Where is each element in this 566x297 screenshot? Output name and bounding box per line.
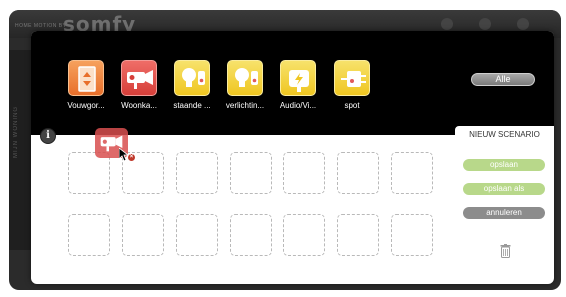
scenario-slot[interactable] — [230, 152, 272, 194]
scenario-slot[interactable] — [122, 214, 164, 256]
device-label: staande ... — [173, 101, 211, 110]
info-icon[interactable]: i — [40, 128, 56, 144]
scenario-slot[interactable] — [230, 214, 272, 256]
status-icon — [441, 18, 453, 30]
trash-icon[interactable] — [500, 244, 511, 258]
all-filter-button[interactable]: Alle — [471, 73, 535, 86]
scenario-slot[interactable] — [283, 214, 325, 256]
tab-new-scenario[interactable]: NIEUW SCENARIO — [455, 126, 554, 142]
device-label: Woonka... — [121, 101, 157, 110]
scenario-slot[interactable] — [68, 152, 110, 194]
save-as-button[interactable]: opslaan als — [463, 183, 545, 195]
save-button[interactable]: opslaan — [463, 159, 545, 171]
device-label: verlichtin... — [225, 101, 265, 110]
blind-icon — [78, 66, 96, 92]
camera-icon — [127, 70, 153, 89]
scenario-slot[interactable] — [391, 152, 433, 194]
close-icon — [517, 18, 529, 30]
scenario-modal: Vouwgor... Woonka... staande ... verlich… — [31, 31, 554, 284]
device-spot[interactable]: spot — [327, 60, 377, 117]
scenario-slot[interactable] — [283, 152, 325, 194]
device-tile — [121, 60, 157, 96]
scenario-slot[interactable] — [176, 214, 218, 256]
scenario-slot[interactable] — [391, 214, 433, 256]
brand-tagline: HOME MOTION BY — [15, 23, 67, 29]
device-audio-video[interactable]: Audio/Vi... — [273, 60, 323, 117]
side-tab-label: MIJN WONING — [13, 106, 19, 158]
plug-icon — [341, 71, 366, 87]
device-label: Vouwgor... — [67, 101, 105, 110]
device-label: spot — [344, 101, 360, 110]
device-staande-lamp[interactable]: staande ... — [167, 60, 217, 117]
device-verlichting[interactable]: verlichtin... — [220, 60, 270, 117]
device-tile — [174, 60, 210, 96]
no-drop-icon: × — [127, 153, 136, 162]
scenario-slot[interactable] — [337, 152, 379, 194]
device-palette: Vouwgor... Woonka... staande ... verlich… — [31, 31, 554, 135]
device-tile — [334, 60, 370, 96]
lamp-icon — [182, 68, 205, 87]
device-tile — [68, 60, 104, 96]
device-tile — [227, 60, 263, 96]
home-icon — [479, 18, 491, 30]
scenario-slot[interactable] — [337, 214, 379, 256]
scenario-slot[interactable] — [68, 214, 110, 256]
side-tab: MIJN WONING — [9, 50, 31, 250]
scenario-slot[interactable] — [176, 152, 218, 194]
device-label: Audio/Vi... — [279, 101, 317, 110]
device-woonkamer-camera[interactable]: Woonka... — [114, 60, 164, 117]
device-tile — [280, 60, 316, 96]
cancel-button[interactable]: annuleren — [463, 207, 545, 219]
power-plug-icon — [289, 70, 309, 92]
lamp-icon — [235, 68, 258, 87]
device-vouwgordijn[interactable]: Vouwgor... — [61, 60, 111, 117]
